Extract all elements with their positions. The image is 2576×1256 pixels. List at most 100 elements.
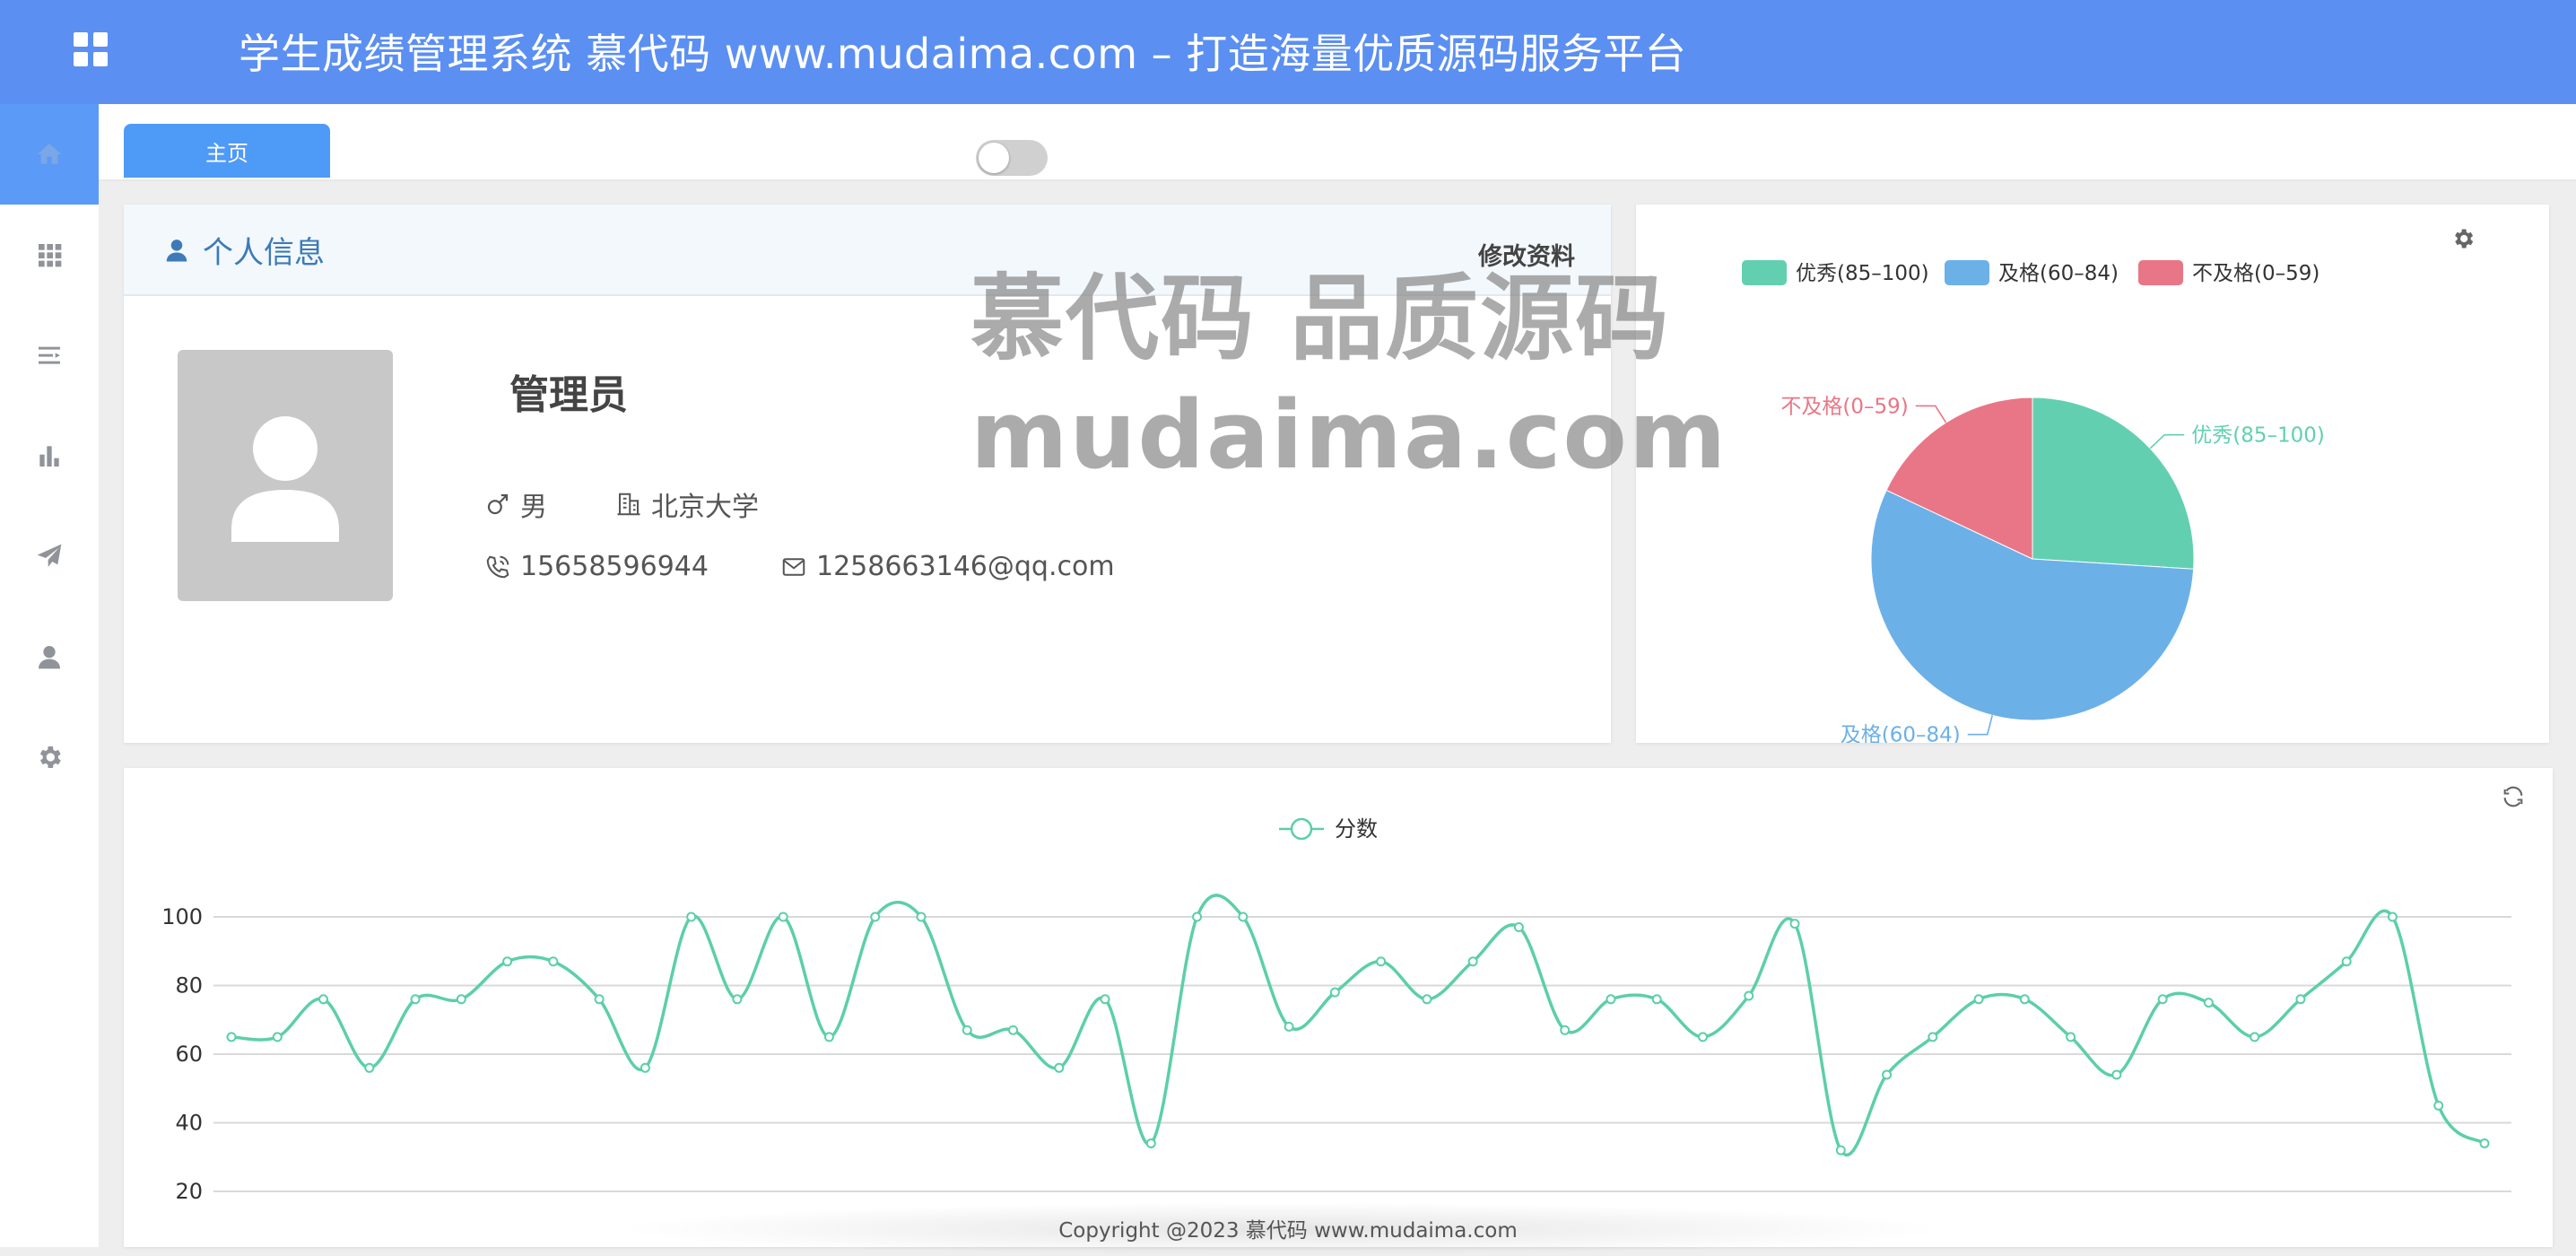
data-point xyxy=(1744,990,1754,1001)
sidebar-item-stats[interactable] xyxy=(0,406,99,506)
data-point xyxy=(2019,994,2030,1005)
male-icon xyxy=(487,493,509,515)
sidebar-item-send[interactable] xyxy=(0,506,99,606)
data-point xyxy=(1789,919,1800,929)
data-point xyxy=(318,994,329,1005)
data-point xyxy=(732,994,743,1005)
gender-text: 男 xyxy=(520,492,547,523)
data-point xyxy=(410,994,421,1005)
profile-card-header: 个人信息 修改资料 xyxy=(124,205,1611,296)
tab-divider xyxy=(99,179,2576,181)
data-point xyxy=(1100,994,1110,1005)
app-title: 学生成绩管理系统 慕代码 www.mudaima.com – 打造海量优质源码服… xyxy=(239,30,1687,78)
data-point xyxy=(686,911,697,922)
data-point xyxy=(1054,1062,1065,1073)
data-point xyxy=(1329,987,1340,998)
tab-home[interactable]: 主页 xyxy=(124,124,330,178)
edit-profile-link[interactable]: 修改资料 xyxy=(1478,237,1575,272)
data-point xyxy=(1973,994,1984,1005)
data-point xyxy=(364,1062,375,1073)
home-icon xyxy=(37,144,62,164)
pie-leader-line xyxy=(1967,715,1994,736)
phone-row: 15658596944 xyxy=(484,551,709,582)
theme-toggle[interactable] xyxy=(976,140,1048,176)
avatar-placeholder-icon xyxy=(231,416,339,542)
legend-label: 优秀(85–100) xyxy=(1796,262,1929,285)
pie-slice xyxy=(2032,397,2195,570)
data-point xyxy=(548,956,559,967)
data-point xyxy=(823,1032,834,1042)
data-point xyxy=(502,956,513,967)
y-tick-label: 100 xyxy=(161,904,203,929)
data-point xyxy=(962,1025,972,1035)
data-point xyxy=(1284,1021,1294,1032)
data-point xyxy=(1651,994,1662,1005)
score-trend-card: 100 80 60 40 20 分数 xyxy=(124,768,2553,1247)
phone-text: 15658596944 xyxy=(520,551,709,582)
sidebar-item-list[interactable] xyxy=(0,305,99,406)
sidebar-item-settings[interactable] xyxy=(0,707,99,807)
legend-marker xyxy=(1290,817,1313,841)
data-point xyxy=(1467,956,1478,967)
building-icon xyxy=(617,493,640,516)
bar-chart-icon xyxy=(39,446,59,467)
data-point xyxy=(640,1062,650,1073)
legend-label: 分数 xyxy=(1335,816,1378,842)
sidebar-item-user[interactable] xyxy=(0,606,99,707)
email-row: 1258663146@qq.com xyxy=(780,551,1115,582)
data-point xyxy=(1376,956,1387,967)
data-point xyxy=(1835,1145,1846,1156)
data-point xyxy=(1192,911,1203,922)
data-point xyxy=(456,994,466,1005)
data-point xyxy=(1008,1025,1019,1035)
phone-icon xyxy=(486,555,509,578)
school-row: 北京大学 xyxy=(615,484,759,524)
list-icon xyxy=(39,346,60,364)
legend-swatch xyxy=(1742,260,1787,285)
data-point xyxy=(2250,1032,2260,1042)
data-point xyxy=(1697,1032,1708,1042)
data-point xyxy=(2341,956,2352,967)
user-icon xyxy=(166,239,187,261)
pie-leader-line xyxy=(1915,405,1947,423)
grid-icon xyxy=(39,244,62,267)
y-tick-label: 80 xyxy=(175,973,203,999)
toggle-knob xyxy=(979,143,1009,173)
pie-slice-label: 不及格(0–59) xyxy=(1780,395,1908,418)
data-point xyxy=(2387,911,2398,922)
data-point xyxy=(2203,998,2214,1008)
profile-card-title: 个人信息 xyxy=(163,228,325,272)
y-tick-label: 40 xyxy=(175,1111,203,1136)
sidebar-item-home[interactable] xyxy=(0,104,99,205)
pie-leader-line xyxy=(2149,433,2185,449)
legend-swatch xyxy=(2138,260,2183,285)
school-text: 北京大学 xyxy=(651,492,759,523)
data-point xyxy=(1422,994,1432,1005)
profile-card: 个人信息 修改资料 管理员 男 北京大学 15658596944 1258663… xyxy=(124,205,1611,743)
legend-label: 不及格(0–59) xyxy=(2192,262,2319,285)
sidebar-item-dashboard[interactable] xyxy=(0,205,99,305)
data-point xyxy=(272,1032,283,1042)
app-menu-grid-icon[interactable] xyxy=(74,32,108,66)
data-point xyxy=(1238,911,1249,922)
pie-slice-label: 及格(60–84) xyxy=(1841,724,1961,743)
data-point xyxy=(1145,1138,1156,1148)
email-text: 1258663146@qq.com xyxy=(816,551,1115,582)
mail-icon xyxy=(782,557,805,576)
data-point xyxy=(1560,1025,1571,1035)
user-icon xyxy=(39,646,60,669)
y-tick-label: 20 xyxy=(175,1179,203,1204)
data-point xyxy=(870,911,881,922)
gear-icon xyxy=(39,746,61,768)
line-chart: 100 80 60 40 20 分数 xyxy=(161,816,2511,1204)
data-point xyxy=(2111,1069,2122,1080)
pie-slice-label: 优秀(85–100) xyxy=(2191,424,2325,448)
data-point xyxy=(226,1032,237,1042)
user-name: 管理员 xyxy=(509,372,628,418)
data-point xyxy=(1882,1069,1893,1080)
paper-plane-icon xyxy=(37,544,62,567)
data-point xyxy=(778,911,788,922)
data-point xyxy=(2433,1100,2444,1111)
data-point xyxy=(1928,1032,1938,1042)
copyright: Copyright @2023 慕代码 www.mudaima.com xyxy=(1058,1219,1518,1243)
